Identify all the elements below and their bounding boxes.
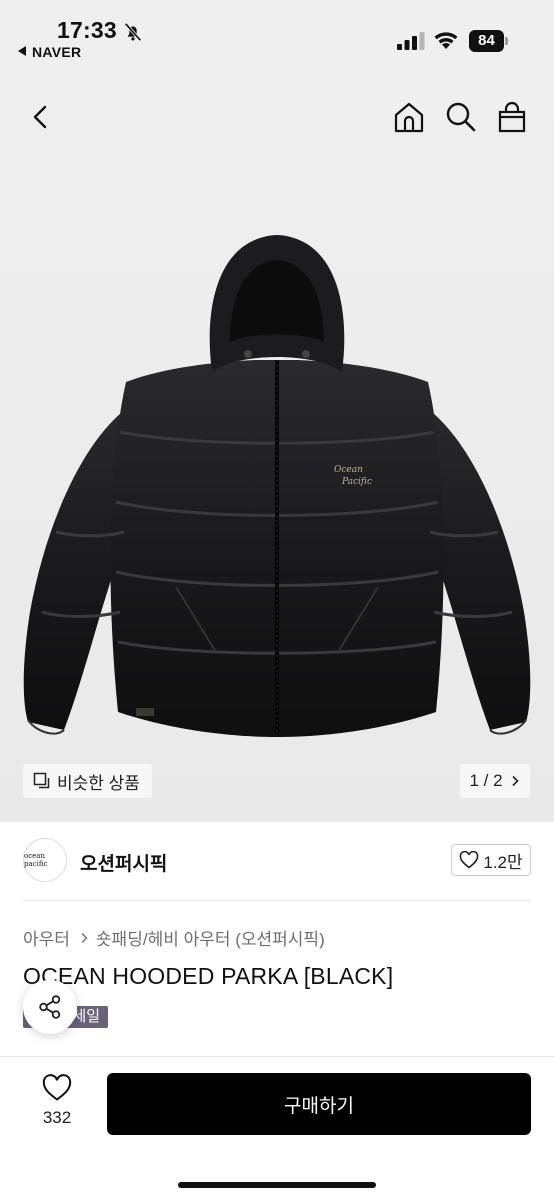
chevron-left-icon: [33, 105, 47, 129]
back-triangle-icon: [18, 46, 26, 56]
chevron-right-icon: [511, 775, 519, 787]
back-button[interactable]: [23, 100, 57, 134]
battery-nub: [505, 37, 508, 45]
brand-name-link[interactable]: 오션퍼시픽: [80, 849, 167, 876]
brand-like-count: 1.2만: [483, 852, 523, 872]
buy-button[interactable]: 구매하기: [107, 1073, 531, 1135]
brand-logo[interactable]: ocean pacific: [23, 838, 67, 882]
breadcrumb: 아우터 숏패딩/헤비 아우터 (오션퍼시픽): [23, 925, 325, 950]
home-indicator: [178, 1182, 376, 1188]
wifi-icon: [434, 32, 458, 49]
bell-muted-icon: [124, 22, 142, 42]
product-photo: Ocean Pacific: [23, 235, 531, 737]
share-icon: [39, 995, 61, 1019]
back-to-app-link[interactable]: NAVER: [18, 44, 81, 60]
copy-squares-icon: [33, 772, 50, 789]
status-bar: 17:33 NAVER 84: [0, 0, 554, 70]
back-app-label: NAVER: [32, 44, 82, 60]
battery-indicator: 84: [469, 30, 509, 52]
svg-text:Pacific: Pacific: [341, 477, 372, 487]
search-button[interactable]: [444, 100, 478, 134]
svg-text:Ocean: Ocean: [334, 465, 363, 475]
home-button[interactable]: [392, 100, 426, 134]
wishlist-button[interactable]: 332: [30, 1074, 84, 1128]
status-time: 17:33: [57, 17, 117, 43]
brand-like-button[interactable]: 1.2만: [451, 844, 531, 876]
section-divider: [23, 900, 531, 901]
chevron-right-icon: [81, 932, 88, 943]
home-icon: [394, 102, 424, 133]
image-pager-label: 1 / 2: [469, 771, 503, 790]
battery-level: 84: [469, 30, 504, 52]
heart-icon: [460, 851, 479, 869]
cart-button[interactable]: [495, 100, 529, 134]
share-button[interactable]: [23, 980, 77, 1034]
search-icon: [446, 102, 476, 132]
breadcrumb-category[interactable]: 아우터: [23, 925, 70, 950]
wishlist-count: 332: [42, 1108, 72, 1127]
similar-products-label: 비슷한 상품: [57, 773, 140, 793]
cellular-signal-icon: [397, 32, 425, 50]
product-title: OCEAN HOODED PARKA [BLACK]: [23, 963, 394, 989]
heart-icon: [42, 1074, 72, 1101]
image-pager-button[interactable]: 1 / 2: [460, 764, 530, 798]
breadcrumb-subcategory[interactable]: 숏패딩/헤비 아우터 (오션퍼시픽): [96, 925, 325, 950]
shopping-bag-icon: [498, 101, 526, 133]
brand-logo-text: ocean pacific: [24, 852, 48, 868]
similar-products-button[interactable]: 비슷한 상품: [23, 764, 152, 798]
